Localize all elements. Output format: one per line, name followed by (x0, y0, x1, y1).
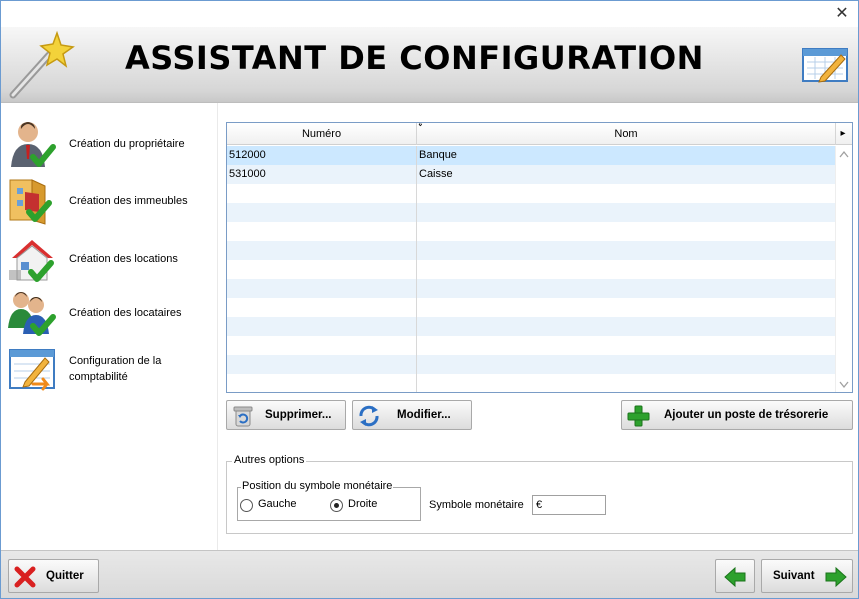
arrow-left-icon (724, 566, 746, 588)
cell-nom (417, 355, 836, 374)
cell-numero (227, 260, 417, 279)
cell-nom (417, 184, 836, 203)
arrow-right-icon (825, 566, 847, 588)
cell-nom: Caisse (419, 168, 453, 180)
add-treasury-button[interactable]: Ajouter un poste de trésorerie (621, 400, 853, 430)
table-row[interactable]: 531000 Caisse (227, 165, 836, 184)
next-button[interactable]: Suivant (761, 559, 853, 593)
quit-button[interactable]: Quitter (8, 559, 99, 593)
cell-numero (227, 184, 417, 203)
cell-nom (417, 222, 836, 241)
calendar-edit-icon (802, 48, 848, 83)
step-label-rentals: Création des locations (69, 253, 178, 265)
close-button[interactable]: ✕ (832, 4, 852, 24)
step-label-owner: Création du propriétaire (69, 138, 185, 150)
plus-icon (627, 405, 650, 427)
house-check-icon (9, 240, 54, 282)
step-rentals[interactable]: Création des locations (7, 234, 212, 284)
table-header: Numéro Nom ⇕ ▸ (227, 123, 852, 145)
cell-nom (417, 260, 836, 279)
cell-numero (227, 336, 417, 355)
page-title: ASSISTANT DE CONFIGURATION (125, 39, 704, 77)
cell-nom (417, 336, 836, 355)
step-tenants[interactable]: Création des locataires (7, 288, 212, 338)
table-row[interactable] (227, 279, 836, 298)
cell-nom (417, 203, 836, 222)
currency-symbol-label: Symbole monétaire (429, 499, 524, 511)
table-row[interactable] (227, 355, 836, 374)
cell-numero (227, 374, 417, 392)
table-row[interactable] (227, 222, 836, 241)
refresh-edit-icon (359, 405, 379, 427)
scroll-up-icon[interactable] (839, 150, 849, 158)
currency-position-group: Position du symbole monétaire Gauche Dro… (237, 480, 421, 521)
step-buildings[interactable]: Création des immeubles (7, 176, 212, 226)
cell-numero (227, 222, 417, 241)
table-row[interactable] (227, 298, 836, 317)
treasury-accounts-table: Numéro Nom ⇕ ▸ 512000 Banque 531000 Caisse (226, 122, 853, 393)
cell-numero: 531000 (227, 165, 417, 184)
cell-nom (417, 317, 836, 336)
delete-button[interactable]: Supprimer... (226, 400, 346, 430)
close-red-icon (14, 566, 36, 588)
column-menu-icon[interactable]: ▸ (836, 123, 850, 145)
cell-numero: 512000 (227, 146, 417, 165)
cell-nom (417, 298, 836, 317)
cell-nom (417, 374, 836, 392)
cell-nom (417, 279, 836, 298)
cell-nom (417, 241, 836, 260)
table-row[interactable] (227, 203, 836, 222)
step-label-accounting: Configuration de la comptabilité (69, 355, 162, 383)
magic-wand-icon (9, 30, 75, 99)
table-row[interactable] (227, 336, 836, 355)
sort-indicator-icon: ⇕ (417, 122, 424, 128)
recycle-bin-icon (233, 406, 253, 427)
cell-numero (227, 203, 417, 222)
table-row[interactable] (227, 241, 836, 260)
column-header-nom[interactable]: Nom (417, 123, 836, 145)
radio-left-label[interactable]: Gauche (258, 498, 297, 510)
table-row[interactable] (227, 374, 836, 392)
cell-numero (227, 317, 417, 336)
table-row[interactable] (227, 260, 836, 279)
currency-symbol-input[interactable] (532, 495, 606, 515)
currency-position-legend: Position du symbole monétaire (241, 480, 394, 492)
step-label-buildings: Création des immeubles (69, 195, 188, 207)
radio-right[interactable] (330, 499, 343, 512)
other-options-group: Autres options Position du symbole monét… (226, 454, 853, 534)
wizard-window: ✕ ASSISTANT DE CONFIGURATION Création du… (0, 0, 859, 599)
other-options-legend: Autres options (232, 454, 307, 466)
footer-bar: Quitter Suivant (1, 550, 858, 598)
edit-button[interactable]: Modifier... (352, 400, 472, 430)
cell-numero (227, 355, 417, 374)
vertical-scrollbar[interactable] (835, 146, 852, 392)
radio-left[interactable] (240, 499, 253, 512)
radio-right-label[interactable]: Droite (348, 498, 377, 510)
tenants-check-icon (8, 292, 56, 336)
scroll-down-icon[interactable] (839, 381, 849, 389)
building-check-icon (9, 179, 52, 225)
cell-numero (227, 298, 417, 317)
step-owner[interactable]: Création du propriétaire (7, 119, 212, 169)
header-banner: ASSISTANT DE CONFIGURATION (1, 27, 858, 103)
cell-numero (227, 279, 417, 298)
wizard-steps-sidebar: Création du propriétaire Création des im… (1, 103, 218, 550)
previous-button[interactable] (715, 559, 755, 593)
table-body: 512000 Banque 531000 Caisse (227, 146, 836, 392)
column-header-numero[interactable]: Numéro (227, 123, 417, 145)
step-label-tenants: Création des locataires (69, 307, 182, 319)
owner-check-icon (11, 122, 56, 167)
cell-numero (227, 241, 417, 260)
title-bar: ✕ (1, 1, 858, 27)
cell-nom: Banque (419, 149, 457, 161)
accounting-edit-icon (9, 349, 55, 391)
table-row[interactable] (227, 184, 836, 203)
table-row[interactable] (227, 317, 836, 336)
table-row[interactable]: 512000 Banque (227, 146, 836, 165)
step-accounting[interactable]: Configuration de la comptabilité (7, 344, 212, 394)
